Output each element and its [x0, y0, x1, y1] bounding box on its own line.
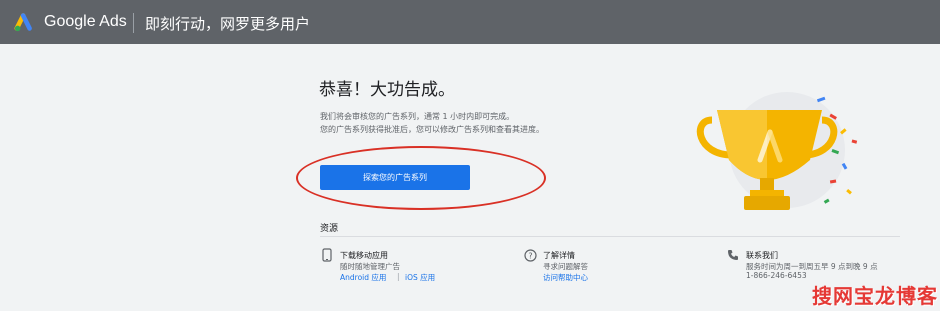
resources-divider [320, 236, 900, 237]
svg-text:?: ? [528, 252, 532, 261]
resources-title: 资源 [320, 224, 339, 234]
phone-icon [728, 250, 738, 260]
header-divider [133, 13, 134, 33]
download-app-subtitle: 随时随地管理广告 [340, 262, 400, 271]
watermark: 搜网宝龙博客 [812, 284, 938, 308]
ios-app-link[interactable]: iOS 应用 [405, 272, 435, 283]
android-app-link[interactable]: Android 应用 [340, 272, 386, 283]
learn-more-subtitle: 寻求问题解答 [543, 262, 588, 271]
google-ads-logo-icon[interactable] [14, 11, 36, 33]
link-separator: | [397, 272, 400, 281]
mobile-app-icon [322, 248, 332, 262]
description-line-2: 您的广告系列获得批准后，您可以修改广告系列和查看其进度。 [320, 125, 544, 134]
contact-us-title: 联系我们 [746, 251, 778, 260]
header-tagline: 即刻行动，网罗更多用户 [145, 15, 311, 33]
learn-more-title: 了解详情 [543, 251, 575, 260]
description-line-1: 我们将会审核您的广告系列，通常 1 小时内即可完成。 [320, 112, 515, 121]
explore-campaigns-button[interactable]: 探索您的广告系列 [320, 165, 470, 190]
brand-name: Google Ads [44, 13, 127, 30]
page-title: 恭喜！大功告成。 [319, 80, 455, 100]
help-circle-icon: ? [524, 249, 537, 262]
top-bar: Google Ads 即刻行动，网罗更多用户 [0, 0, 940, 44]
download-app-title: 下载移动应用 [340, 251, 388, 260]
help-center-link[interactable]: 访问帮助中心 [543, 272, 588, 283]
contact-us-phone: 1-866-246-6453 [746, 271, 807, 280]
trophy-illustration [696, 92, 858, 210]
